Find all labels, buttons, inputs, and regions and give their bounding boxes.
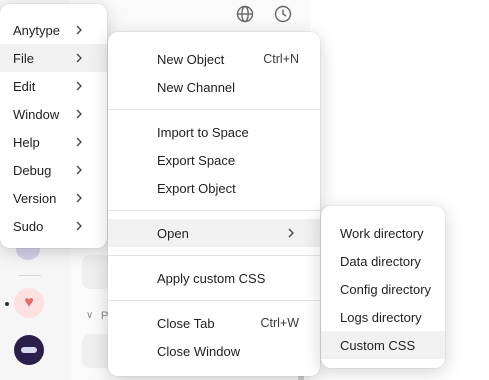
chevron-down-icon[interactable]: ∨ — [86, 310, 93, 321]
menu-item-logs-directory[interactable]: Logs directory — [321, 303, 445, 331]
space-avatar[interactable] — [14, 335, 44, 365]
menu-item-label: Config directory — [340, 281, 432, 297]
divider — [19, 275, 41, 276]
chevron-right-icon — [286, 228, 296, 238]
menu-item-label: New Object — [157, 51, 225, 67]
chevron-right-icon — [74, 165, 84, 175]
shortcut-label: Ctrl+W — [260, 316, 299, 330]
menu-separator — [108, 109, 320, 110]
menu-item-label: Close Tab — [157, 315, 215, 331]
menu-item-help[interactable]: Help — [0, 128, 107, 156]
menu-item-label: Apply custom CSS — [157, 270, 266, 286]
app-menu: Anytype File Edit Window Help Debug Vers… — [0, 4, 107, 248]
menu-item-anytype[interactable]: Anytype — [0, 16, 107, 44]
open-submenu: Work directory Data directory Config dir… — [321, 206, 445, 368]
chevron-right-icon — [74, 137, 84, 147]
menu-item-config-directory[interactable]: Config directory — [321, 275, 445, 303]
menu-item-label: Version — [13, 190, 57, 206]
menu-item-label: Custom CSS — [340, 337, 416, 353]
chevron-right-icon — [74, 25, 84, 35]
menu-separator — [108, 255, 320, 256]
menu-item-data-directory[interactable]: Data directory — [321, 247, 445, 275]
menu-item-label: Close Window — [157, 343, 241, 359]
clock-icon[interactable] — [272, 3, 294, 25]
menu-item-work-directory[interactable]: Work directory — [321, 219, 445, 247]
menu-item-edit[interactable]: Edit — [0, 72, 107, 100]
chevron-right-icon — [74, 193, 84, 203]
menu-item-new-channel[interactable]: New Channel — [108, 73, 320, 101]
space-avatar[interactable]: ♥ — [14, 288, 44, 318]
menu-item-label: Export Space — [157, 152, 236, 168]
file-submenu: New Object Ctrl+N New Channel Import to … — [108, 32, 320, 376]
menu-item-label: Help — [13, 134, 40, 150]
menu-item-label: Logs directory — [340, 309, 422, 325]
globe-icon[interactable] — [234, 3, 256, 25]
chevron-right-icon — [74, 221, 84, 231]
menu-separator — [108, 210, 320, 211]
menu-item-export-object[interactable]: Export Object — [108, 174, 320, 202]
menu-item-custom-css[interactable]: Custom CSS — [321, 331, 445, 359]
chevron-right-icon — [74, 81, 84, 91]
shortcut-label: Ctrl+N — [263, 52, 299, 66]
menu-item-export-space[interactable]: Export Space — [108, 146, 320, 174]
menu-item-label: Open — [157, 225, 189, 241]
menu-item-debug[interactable]: Debug — [0, 156, 107, 184]
menu-item-label: Window — [13, 106, 60, 122]
scrollbar[interactable] — [298, 376, 304, 380]
active-space-indicator — [5, 302, 9, 306]
menu-separator — [108, 300, 320, 301]
menu-item-label: Export Object — [157, 180, 236, 196]
menu-item-label: Anytype — [13, 22, 60, 38]
menu-item-label: Edit — [13, 78, 36, 94]
chevron-right-icon — [74, 53, 84, 63]
menu-item-import-to-space[interactable]: Import to Space — [108, 118, 320, 146]
menu-item-label: File — [13, 50, 34, 66]
menu-item-label: Data directory — [340, 253, 421, 269]
menu-item-close-tab[interactable]: Close Tab Ctrl+W — [108, 309, 320, 337]
menu-item-close-window[interactable]: Close Window — [108, 337, 320, 365]
menu-item-window[interactable]: Window — [0, 100, 107, 128]
chevron-right-icon — [74, 109, 84, 119]
menu-item-open[interactable]: Open — [108, 219, 320, 247]
menu-item-apply-custom-css[interactable]: Apply custom CSS — [108, 264, 320, 292]
menu-item-label: Work directory — [340, 225, 424, 241]
menu-item-version[interactable]: Version — [0, 184, 107, 212]
menu-item-label: New Channel — [157, 79, 236, 95]
menu-item-new-object[interactable]: New Object Ctrl+N — [108, 45, 320, 73]
menu-item-file[interactable]: File — [0, 44, 107, 72]
menu-item-label: Sudo — [13, 218, 44, 234]
menu-item-sudo[interactable]: Sudo — [0, 212, 107, 240]
menu-item-label: Import to Space — [157, 124, 249, 140]
menu-item-label: Debug — [13, 162, 52, 178]
